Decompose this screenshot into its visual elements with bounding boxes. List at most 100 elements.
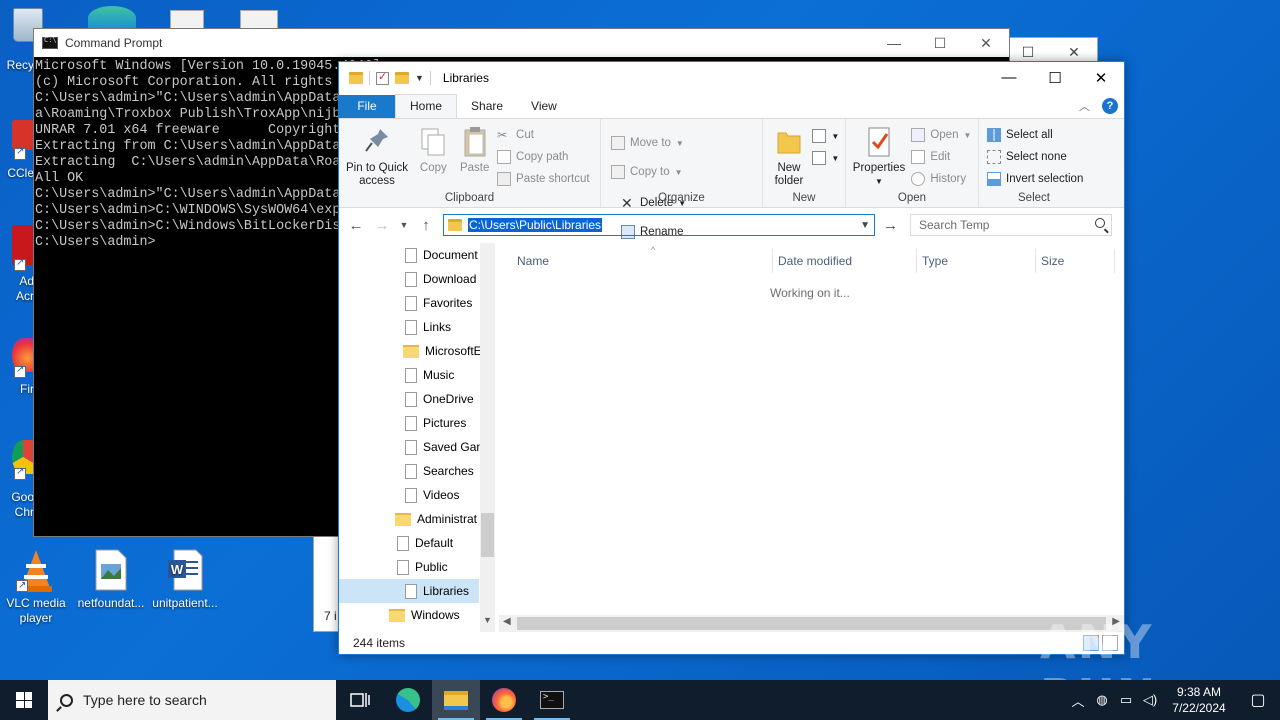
scrollbar-thumb[interactable] [517,617,1106,630]
group-organize: Move to ▼ Copy to ▼ ✕ Delete ▼ Rename Organi… [601,119,763,239]
scroll-down-icon[interactable]: ▼ [480,615,495,625]
cut-button[interactable]: ✂ Cut [497,124,590,146]
up-arrow-icon[interactable]: ↑ [417,217,435,234]
nav-item-saved-games[interactable]: Saved Gan [405,435,483,459]
nav-item-music[interactable]: Music [405,363,454,387]
nav-item-searches[interactable]: Searches [405,459,474,483]
history-button[interactable]: History [911,168,971,190]
nav-item-documents[interactable]: Document [405,243,478,267]
taskbar-firefox-button[interactable] [480,680,528,720]
search-box[interactable]: Search Temp [910,214,1112,236]
maximize-icon[interactable]: ☐ [917,35,963,52]
nav-item-administrator[interactable]: Administrat [395,507,477,531]
desktop-icon-vlc[interactable]: VLC media player [0,548,72,626]
select-none-button[interactable]: Select none [987,146,1083,168]
desktop-icon-chrome[interactable] [12,440,34,480]
invert-selection-button[interactable]: Invert selection [987,168,1083,190]
copy-to-button[interactable]: Copy to ▼ [611,161,684,183]
new-item-button[interactable]: ▼ [812,125,839,147]
close-icon[interactable]: ✕ [963,35,1009,52]
nav-item-windows[interactable]: Windows [389,603,460,627]
network-icon[interactable]: ▭ [1114,692,1138,708]
horizontal-scrollbar[interactable]: ◀ ▶ [499,615,1124,632]
column-header-name[interactable]: Name ^ [511,245,773,273]
column-header-type[interactable]: Type [916,249,1036,273]
nav-item-downloads[interactable]: Download [405,267,476,291]
file-explorer-window[interactable]: ▼ Libraries — ☐ ✕ File Home Share View ︿… [338,61,1125,655]
new-folder-button[interactable]: New folder [767,123,811,190]
tab-share[interactable]: Share [457,95,517,118]
scrollbar-thumb[interactable] [481,513,494,557]
address-bar[interactable]: C:\Users\Public\Libraries ▼ [443,214,875,236]
open-button[interactable]: Open ▼ [911,124,971,146]
taskbar-file-explorer-button[interactable] [432,680,480,720]
desktop-icon-netfoundat[interactable]: netfoundat... [73,548,149,611]
desktop-icon-file-top-1[interactable] [170,10,204,30]
forward-arrow-icon[interactable]: → [373,217,391,234]
properties-button[interactable]: Properties ▼ [850,123,908,190]
tab-home[interactable]: Home [395,94,458,118]
shield-icon[interactable]: ◍ [1090,692,1114,708]
maximize-icon[interactable]: ☐ [1005,44,1051,61]
column-header-date-modified[interactable]: Date modified [772,249,917,273]
notifications-icon[interactable]: ▢ [1236,690,1280,710]
taskbar-search-box[interactable]: Type here to search [48,680,336,720]
go-arrow-icon[interactable]: → [883,217,898,234]
show-hidden-icons-chevron-icon[interactable]: ︿ [1066,691,1090,710]
copy-to-label: Copy to [630,166,670,178]
move-to-button[interactable]: Move to ▼ [611,132,684,154]
new-folder-quick-icon[interactable] [395,72,409,84]
nav-item-libraries[interactable]: Libraries [339,579,479,603]
explorer-titlebar[interactable]: ▼ Libraries — ☐ ✕ [339,62,1124,94]
desktop-icon-acrobat[interactable] [12,225,34,271]
nav-item-default[interactable]: Default [397,531,453,555]
file-list-pane[interactable]: Name ^ Date modified Type Size Working on… [499,243,1124,632]
nav-item-links[interactable]: Links [405,315,451,339]
scroll-left-icon[interactable]: ◀ [503,616,511,627]
paste-shortcut-button[interactable]: Paste shortcut [497,168,590,190]
taskbar-cmd-button[interactable]: >_ [528,680,576,720]
task-view-button[interactable] [336,680,384,720]
back-arrow-icon[interactable]: ← [347,217,365,234]
customize-toolbar-chevron-icon[interactable]: ▼ [415,73,424,83]
tab-view[interactable]: View [517,95,571,118]
nav-item-videos[interactable]: Videos [405,483,459,507]
nav-item-onedrive[interactable]: OneDrive [405,387,474,411]
tab-file[interactable]: File [339,95,395,118]
nav-pane-scrollbar[interactable]: ▼ [480,243,495,632]
start-button[interactable] [0,680,48,720]
maximize-icon[interactable]: ☐ [1032,69,1078,87]
edit-button[interactable]: Edit [911,146,971,168]
column-header-size[interactable]: Size [1035,249,1115,273]
properties-quick-icon[interactable] [376,70,389,85]
desktop-icon-unitpatient[interactable]: W unitpatient... [147,548,223,611]
help-icon[interactable]: ? [1102,98,1118,114]
paste-button[interactable]: Paste [456,123,494,177]
taskbar-edge-button[interactable] [384,680,432,720]
desktop-icon-ccleaner[interactable] [12,120,34,160]
clock[interactable]: 9:38 AM 7/22/2024 [1162,684,1236,716]
close-icon[interactable]: ✕ [1078,69,1124,87]
copy-button[interactable]: Copy [414,123,452,177]
navigation-pane[interactable]: Document Download Favorites Links Micros… [339,243,495,632]
address-text[interactable]: C:\Users\Public\Libraries [468,218,603,232]
close-icon[interactable]: ✕ [1051,44,1097,61]
desktop-icon-edge-top[interactable] [88,6,136,30]
minimize-icon[interactable]: — [986,69,1032,87]
select-all-button[interactable]: Select all [987,124,1083,146]
desktop-icon-file-top-2[interactable] [240,10,278,30]
nav-item-pictures[interactable]: Pictures [405,411,466,435]
nav-item-public[interactable]: Public [397,555,448,579]
nav-item-favorites[interactable]: Favorites [405,291,472,315]
copy-path-button[interactable]: Copy path [497,146,590,168]
cmd-titlebar[interactable]: Command Prompt — ☐ ✕ [34,29,1009,57]
desktop-icon-firefox[interactable] [12,338,34,378]
minimize-icon[interactable]: — [871,35,917,52]
easy-access-button[interactable]: ▼ [812,147,839,169]
collapse-ribbon-chevron-icon[interactable]: ︿ [1079,98,1090,114]
address-history-chevron-icon[interactable]: ▼ [860,220,870,231]
volume-icon[interactable]: ◁) [1138,692,1162,708]
pin-to-quick-access-button[interactable]: Pin to Quick access [343,123,411,190]
nav-item-microsoftedge[interactable]: MicrosoftE [403,339,482,363]
recent-locations-chevron-icon[interactable]: ▼ [399,220,409,230]
